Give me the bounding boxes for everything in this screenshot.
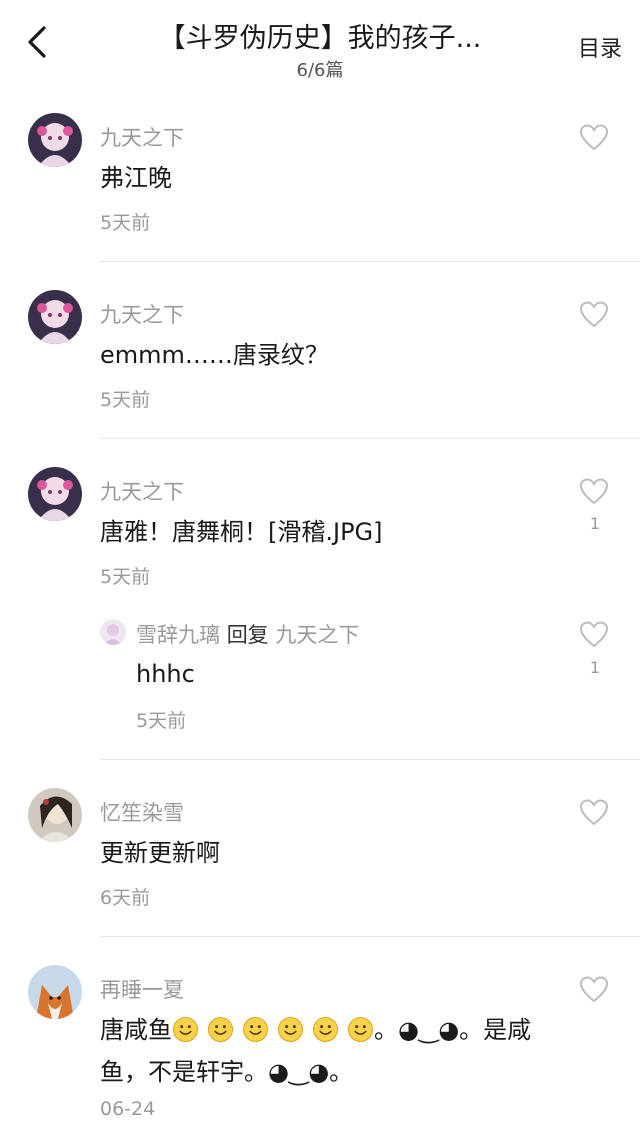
smiley-emoji-icon bbox=[207, 1016, 234, 1043]
username[interactable]: 九天之下 bbox=[100, 476, 184, 506]
heart-outline-icon[interactable] bbox=[578, 299, 610, 329]
username[interactable]: 九天之下 bbox=[100, 299, 184, 329]
comment-time: 5天前 bbox=[100, 389, 151, 411]
comment-text-line2: 鱼，不是轩宇。◕‿◕。 bbox=[100, 1058, 354, 1086]
smiley-emoji-icon bbox=[242, 1016, 269, 1043]
heart-outline-icon[interactable] bbox=[578, 974, 610, 1004]
heart-outline-icon[interactable] bbox=[578, 476, 610, 506]
divider bbox=[100, 438, 640, 439]
smiley-emoji-icon bbox=[347, 1016, 374, 1043]
comment-text: 弗江晚 bbox=[100, 164, 172, 192]
comment-time: 5天前 bbox=[100, 566, 151, 588]
heart-outline-icon[interactable] bbox=[578, 619, 610, 649]
avatar[interactable] bbox=[28, 788, 82, 842]
username[interactable]: 九天之下 bbox=[100, 122, 184, 152]
reply-username[interactable]: 雪辞九璃 bbox=[136, 623, 220, 647]
reply-keyword: 回复 bbox=[226, 623, 269, 647]
reply-header: 雪辞九璃 回复 九天之下 bbox=[136, 619, 359, 649]
toc-button[interactable]: 目录 bbox=[578, 31, 622, 63]
like-count: 1 bbox=[589, 658, 601, 677]
divider bbox=[100, 759, 640, 760]
divider bbox=[100, 936, 640, 937]
top-bar: 【斗罗伪历史】我的孩子... 6/6篇 目录 bbox=[0, 0, 640, 86]
comment-time: 5天前 bbox=[100, 212, 151, 234]
smiley-emoji-icon bbox=[312, 1016, 339, 1043]
heart-outline-icon[interactable] bbox=[578, 797, 610, 827]
reply-time: 5天前 bbox=[136, 710, 187, 732]
avatar[interactable] bbox=[28, 290, 82, 344]
reply-avatar[interactable] bbox=[100, 619, 126, 645]
page-title: 【斗罗伪历史】我的孩子... bbox=[158, 23, 482, 54]
like-count: 1 bbox=[589, 514, 601, 533]
username[interactable]: 再睡一夏 bbox=[100, 974, 184, 1004]
avatar[interactable] bbox=[28, 965, 82, 1019]
reply-target-username[interactable]: 九天之下 bbox=[275, 623, 359, 647]
chevron-left-icon[interactable] bbox=[20, 22, 56, 62]
smiley-emoji-icon bbox=[172, 1016, 199, 1043]
divider bbox=[100, 261, 640, 262]
comment-text: 唐雅！唐舞桐！[滑稽.JPG] bbox=[100, 518, 383, 546]
heart-outline-icon[interactable] bbox=[578, 122, 610, 152]
username[interactable]: 忆笙染雪 bbox=[100, 797, 184, 827]
chapter-indicator: 6/6篇 bbox=[296, 60, 344, 81]
emoji-row bbox=[172, 1016, 374, 1044]
comment-text: 更新更新啊 bbox=[100, 839, 220, 867]
comment-time: 6天前 bbox=[100, 887, 151, 909]
reply-text: hhhc bbox=[136, 660, 195, 688]
avatar[interactable] bbox=[28, 467, 82, 521]
smiley-emoji-icon bbox=[277, 1016, 304, 1043]
comment-text: emmm……唐录纹？ bbox=[100, 341, 329, 369]
comment-time: 06-24 bbox=[100, 1098, 156, 1120]
comment-text: 唐咸鱼 。◕‿◕。是咸 bbox=[100, 1016, 532, 1044]
avatar[interactable] bbox=[28, 113, 82, 167]
